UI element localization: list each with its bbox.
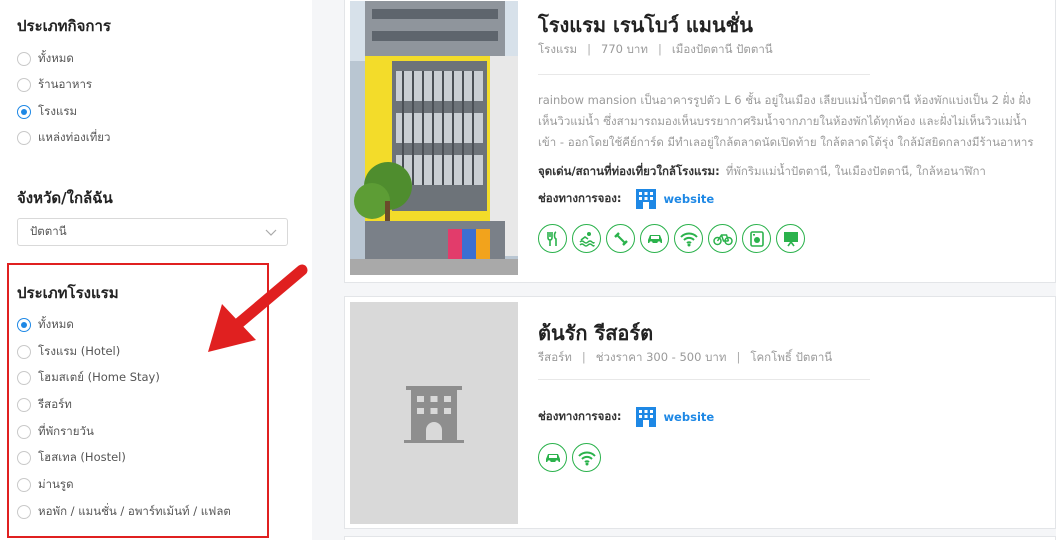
amenities-list bbox=[538, 224, 805, 253]
hotel-type-option-all[interactable]: ทั้งหมด bbox=[17, 315, 74, 335]
listing-description: rainbow mansion เป็นอาคารรูปตัว L 6 ชั้น… bbox=[538, 93, 1034, 149]
listing-title[interactable]: ต้นรัก รีสอร์ต bbox=[538, 317, 653, 349]
hotel-type-option-dormitory[interactable]: หอพัก / แมนชั่น / อพาร์ทเม้นท์ / แฟลต bbox=[17, 502, 231, 522]
listing-title[interactable]: โรงแรม เรนโบว์ แมนชั่น bbox=[538, 9, 753, 41]
radio-button[interactable] bbox=[17, 425, 31, 439]
building-icon bbox=[636, 407, 657, 427]
website-link[interactable]: website bbox=[635, 189, 714, 209]
hotel-type-option-hostel[interactable]: โฮสเทล (Hostel) bbox=[17, 448, 126, 468]
annotation-arrow-icon bbox=[208, 264, 308, 352]
booking-channel: ช่องทางการจอง: website bbox=[538, 189, 714, 209]
booking-channel: ช่องทางการจอง: website bbox=[538, 407, 714, 427]
hotel-type-title: ประเภทโรงแรม bbox=[17, 284, 119, 302]
listing-meta: โรงแรม | 770 บาท | เมืองปัตตานี ปัตตานี bbox=[538, 42, 773, 56]
parking-icon bbox=[538, 443, 567, 472]
fitness-icon bbox=[606, 224, 635, 253]
building-icon bbox=[636, 189, 657, 209]
radio-button[interactable] bbox=[17, 398, 31, 412]
radio-button[interactable] bbox=[17, 131, 31, 145]
bicycle-icon bbox=[708, 224, 737, 253]
wifi-icon bbox=[572, 443, 601, 472]
listing-meta: รีสอร์ท | ช่วงราคา 300 - 500 บาท | โคกโพธิ์ … bbox=[538, 350, 833, 364]
radio-button[interactable] bbox=[17, 371, 31, 385]
parking-icon bbox=[640, 224, 669, 253]
listing-card[interactable]: ต้นรัก รีสอร์ต รีสอร์ท | ช่วงราคา 300 - 50… bbox=[344, 296, 1056, 529]
radio-button[interactable] bbox=[17, 505, 31, 519]
radio-button[interactable] bbox=[17, 451, 31, 465]
amenities-list bbox=[538, 443, 601, 472]
restaurant-icon bbox=[538, 224, 567, 253]
radio-button-selected[interactable] bbox=[17, 105, 31, 119]
radio-button[interactable] bbox=[17, 52, 31, 66]
business-type-option-all[interactable]: ทั้งหมด bbox=[17, 49, 74, 69]
business-type-option-restaurant[interactable]: ร้านอาหาร bbox=[17, 75, 92, 95]
building-placeholder-icon bbox=[404, 386, 464, 443]
meeting-room-icon bbox=[776, 224, 805, 253]
divider bbox=[538, 74, 870, 75]
laundry-icon bbox=[742, 224, 771, 253]
hotel-photo[interactable] bbox=[350, 1, 518, 275]
hotel-type-option-hotel[interactable]: โรงแรม (Hotel) bbox=[17, 342, 120, 362]
hotel-type-option-motel[interactable]: ม่านรูด bbox=[17, 475, 74, 495]
hotel-type-option-homestay[interactable]: โฮมสเตย์ (Home Stay) bbox=[17, 368, 160, 388]
divider bbox=[538, 379, 870, 380]
pool-icon bbox=[572, 224, 601, 253]
business-type-option-attraction[interactable]: แหล่งท่องเที่ยว bbox=[17, 128, 110, 148]
province-title: จังหวัด/ใกล้ฉัน bbox=[17, 189, 113, 207]
chevron-down-icon bbox=[265, 229, 277, 236]
radio-button-selected[interactable] bbox=[17, 318, 31, 332]
business-type-option-hotel[interactable]: โรงแรม bbox=[17, 102, 77, 122]
listing-nearby: จุดเด่น/สถานที่ท่องเที่ยวใกล้โรงแรม: ที่พ… bbox=[538, 164, 986, 178]
radio-button[interactable] bbox=[17, 478, 31, 492]
listing-card[interactable] bbox=[344, 536, 1056, 540]
listing-card[interactable]: โรงแรม เรนโบว์ แมนชั่น โรงแรม | 770 บาท | เม… bbox=[344, 0, 1056, 283]
hotel-type-option-resort[interactable]: รีสอร์ท bbox=[17, 395, 72, 415]
website-link[interactable]: website bbox=[635, 407, 714, 427]
business-type-title: ประเภทกิจการ bbox=[17, 17, 111, 35]
image-placeholder[interactable] bbox=[350, 302, 518, 524]
wifi-icon bbox=[674, 224, 703, 253]
radio-button[interactable] bbox=[17, 345, 31, 359]
hotel-type-option-daily[interactable]: ที่พักรายวัน bbox=[17, 422, 94, 442]
province-select[interactable]: ปัตตานี bbox=[17, 218, 288, 246]
radio-button[interactable] bbox=[17, 78, 31, 92]
